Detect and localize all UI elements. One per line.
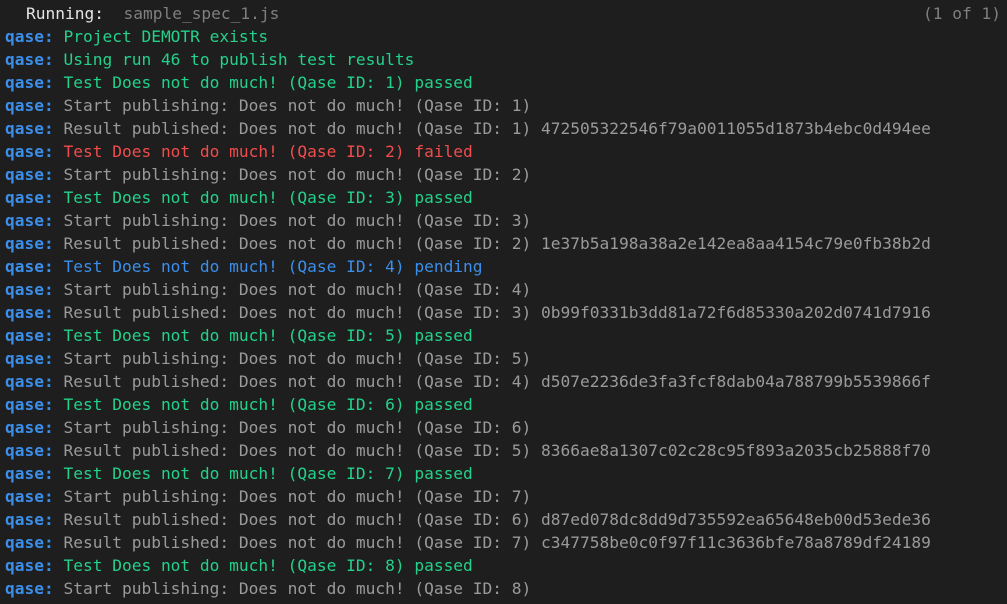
spec-counter: (1 of 1) [923, 4, 1001, 23]
log-line: qase: Start publishing: Does not do much… [0, 209, 1007, 232]
log-message: Start publishing: Does not do much! (Qas… [63, 349, 532, 368]
log-prefix: qase: [5, 349, 54, 368]
log-message: Start publishing: Does not do much! (Qas… [63, 418, 532, 437]
log-line: qase: Result published: Does not do much… [0, 439, 1007, 462]
log-message: Test Does not do much! (Qase ID: 5) pass… [63, 326, 473, 345]
log-line: qase: Test Does not do much! (Qase ID: 2… [0, 140, 1007, 163]
log-prefix: qase: [5, 188, 54, 207]
log-line: qase: Start publishing: Does not do much… [0, 416, 1007, 439]
log-prefix: qase: [5, 326, 54, 345]
log-prefix: qase: [5, 395, 54, 414]
log-prefix: qase: [5, 303, 54, 322]
log-line: qase: Result published: Does not do much… [0, 301, 1007, 324]
log-message: Test Does not do much! (Qase ID: 6) pass… [63, 395, 473, 414]
log-prefix: qase: [5, 234, 54, 253]
log-message: Start publishing: Does not do much! (Qas… [63, 211, 532, 230]
log-line: qase: Test Does not do much! (Qase ID: 4… [0, 255, 1007, 278]
log-prefix: qase: [5, 441, 54, 460]
log-message: Test Does not do much! (Qase ID: 8) pass… [63, 556, 473, 575]
log-message: Test Does not do much! (Qase ID: 3) pass… [63, 188, 473, 207]
log-line: qase: Start publishing: Does not do much… [0, 163, 1007, 186]
log-line: qase: Project DEMOTR exists [0, 25, 1007, 48]
log-message: Test Does not do much! (Qase ID: 1) pass… [63, 73, 473, 92]
log-prefix: qase: [5, 142, 54, 161]
log-message: Result published: Does not do much! (Qas… [63, 303, 931, 322]
log-line: qase: Test Does not do much! (Qase ID: 7… [0, 462, 1007, 485]
log-prefix: qase: [5, 510, 54, 529]
log-prefix: qase: [5, 280, 54, 299]
log-message: Using run 46 to publish test results [63, 50, 415, 69]
log-line: qase: Result published: Does not do much… [0, 531, 1007, 554]
log-prefix: qase: [5, 211, 54, 230]
terminal-output: Running: sample_spec_1.js (1 of 1) qase:… [0, 0, 1007, 604]
log-lines: qase: Project DEMOTR exists qase: Using r… [0, 25, 1007, 600]
running-status: Running: sample_spec_1.js [26, 2, 279, 25]
log-message: Start publishing: Does not do much! (Qas… [63, 96, 532, 115]
log-line: qase: Test Does not do much! (Qase ID: 1… [0, 71, 1007, 94]
log-prefix: qase: [5, 418, 54, 437]
log-prefix: qase: [5, 579, 54, 598]
running-label: Running: [26, 4, 104, 23]
log-message: Result published: Does not do much! (Qas… [63, 510, 931, 529]
spec-name: sample_spec_1.js [123, 4, 280, 23]
log-message: Start publishing: Does not do much! (Qas… [63, 165, 532, 184]
log-message: Start publishing: Does not do much! (Qas… [63, 487, 532, 506]
log-line: qase: Using run 46 to publish test resul… [0, 48, 1007, 71]
log-prefix: qase: [5, 119, 54, 138]
log-prefix: qase: [5, 464, 54, 483]
log-prefix: qase: [5, 165, 54, 184]
log-line: qase: Start publishing: Does not do much… [0, 347, 1007, 370]
log-line: qase: Test Does not do much! (Qase ID: 6… [0, 393, 1007, 416]
log-prefix: qase: [5, 257, 54, 276]
log-prefix: qase: [5, 73, 54, 92]
log-line: qase: Result published: Does not do much… [0, 232, 1007, 255]
log-line: qase: Start publishing: Does not do much… [0, 577, 1007, 600]
log-prefix: qase: [5, 556, 54, 575]
log-message: Result published: Does not do much! (Qas… [63, 234, 931, 253]
log-message: Test Does not do much! (Qase ID: 7) pass… [63, 464, 473, 483]
log-line: qase: Result published: Does not do much… [0, 117, 1007, 140]
log-prefix: qase: [5, 533, 54, 552]
log-prefix: qase: [5, 27, 54, 46]
log-message: Test Does not do much! (Qase ID: 4) pend… [63, 257, 483, 276]
log-line: qase: Start publishing: Does not do much… [0, 94, 1007, 117]
log-line: qase: Test Does not do much! (Qase ID: 5… [0, 324, 1007, 347]
log-line: qase: Test Does not do much! (Qase ID: 8… [0, 554, 1007, 577]
log-message: Result published: Does not do much! (Qas… [63, 372, 931, 391]
log-prefix: qase: [5, 487, 54, 506]
log-message: Start publishing: Does not do much! (Qas… [63, 579, 532, 598]
log-prefix: qase: [5, 372, 54, 391]
log-message: Result published: Does not do much! (Qas… [63, 441, 931, 460]
log-prefix: qase: [5, 96, 54, 115]
log-message: Result published: Does not do much! (Qas… [63, 119, 931, 138]
log-message: Start publishing: Does not do much! (Qas… [63, 280, 532, 299]
run-header: Running: sample_spec_1.js (1 of 1) [0, 2, 1007, 25]
log-message: Result published: Does not do much! (Qas… [63, 533, 931, 552]
log-message: Test Does not do much! (Qase ID: 2) fail… [63, 142, 473, 161]
log-line: qase: Result published: Does not do much… [0, 370, 1007, 393]
log-prefix: qase: [5, 50, 54, 69]
log-line: qase: Start publishing: Does not do much… [0, 485, 1007, 508]
log-line: qase: Result published: Does not do much… [0, 508, 1007, 531]
log-line: qase: Test Does not do much! (Qase ID: 3… [0, 186, 1007, 209]
log-message: Project DEMOTR exists [63, 27, 269, 46]
log-line: qase: Start publishing: Does not do much… [0, 278, 1007, 301]
